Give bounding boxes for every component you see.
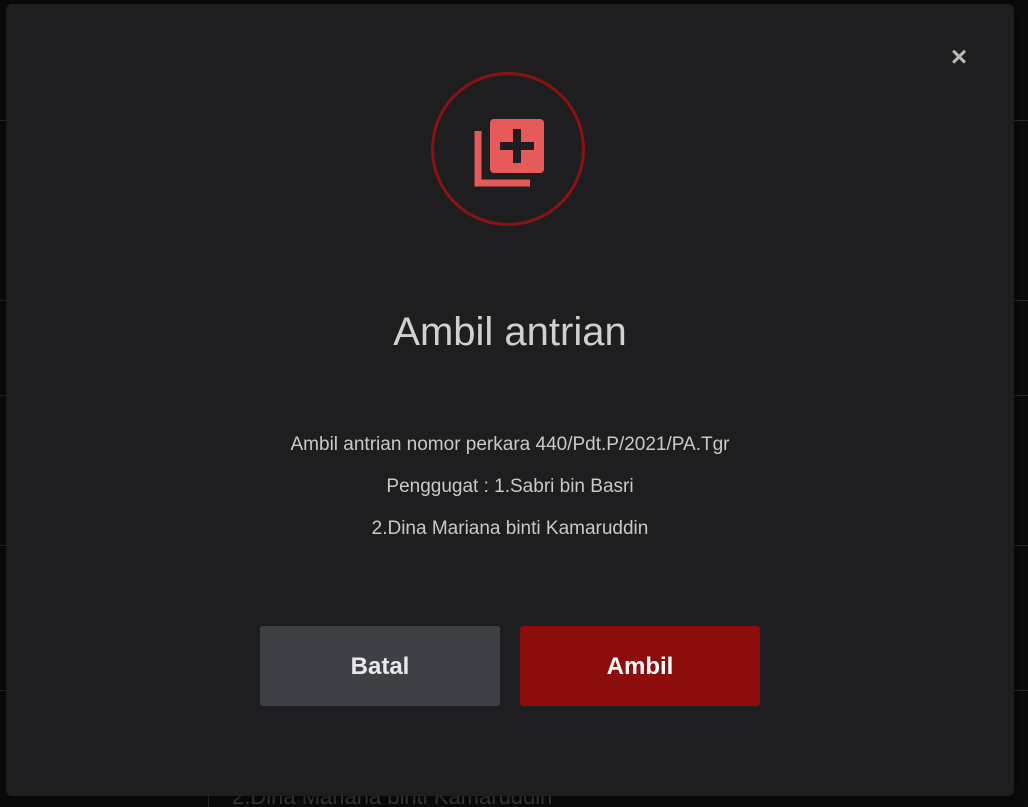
- message-line: Penggugat : 1.Sabri bin Basri: [386, 476, 634, 497]
- cancel-button[interactable]: Batal: [260, 626, 500, 706]
- library-add-icon: [474, 119, 544, 187]
- message-line: Ambil antrian nomor perkara 440/Pdt.P/20…: [290, 434, 730, 455]
- dialog-title: Ambil antrian: [393, 310, 627, 354]
- confirm-dialog: × Ambil antrian Ambil antrian nomor perk…: [6, 4, 1014, 796]
- confirm-button[interactable]: Ambil: [520, 626, 760, 706]
- close-button[interactable]: ×: [944, 42, 974, 72]
- icon-ring: [431, 72, 585, 226]
- message-line: 2.Dina Mariana binti Kamaruddin: [371, 518, 649, 539]
- dialog-message: Ambil antrian nomor perkara 440/Pdt.P/20…: [6, 424, 1014, 550]
